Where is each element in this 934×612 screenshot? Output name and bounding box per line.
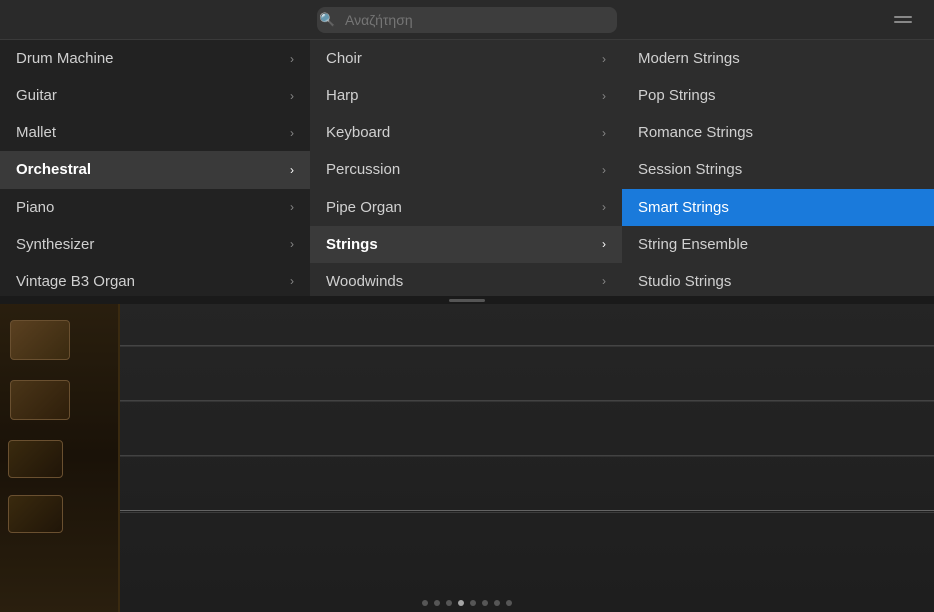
col1-item-guitar[interactable]: Guitar ›	[0, 77, 310, 114]
instrument-area	[0, 300, 934, 612]
col1-item-label: Guitar	[16, 87, 57, 104]
col2-item-label: Pipe Organ	[326, 199, 402, 216]
col2-item-woodwinds[interactable]: Woodwinds ›	[310, 263, 622, 300]
search-input[interactable]	[317, 7, 617, 33]
tuning-peg	[10, 320, 70, 360]
search-bar: 🔍	[0, 0, 934, 40]
col1-item-label: Synthesizer	[16, 236, 94, 253]
chevron-icon: ›	[602, 237, 606, 251]
col3-item-label: Session Strings	[638, 161, 742, 178]
chevron-icon: ›	[290, 126, 294, 140]
chevron-icon: ›	[290, 237, 294, 251]
col2-item-label: Keyboard	[326, 124, 390, 141]
scroll-dot	[506, 600, 512, 606]
scroll-dot	[482, 600, 488, 606]
col3: Modern Strings Pop Strings Romance Strings…	[622, 40, 934, 300]
chevron-icon: ›	[602, 126, 606, 140]
col3-item-label: Smart Strings	[638, 199, 729, 216]
scroll-indicator	[0, 600, 934, 606]
col1-item-drum-machine[interactable]: Drum Machine ›	[0, 40, 310, 77]
col2: Choir›Harp›Keyboard›Percussion›Pipe Orga…	[310, 40, 622, 300]
col2-item-label: Woodwinds	[326, 273, 403, 290]
col1-item-mallet[interactable]: Mallet ›	[0, 114, 310, 151]
tuning-peg	[10, 380, 70, 420]
col3-item-label: String Ensemble	[638, 236, 748, 253]
col2-item-label: Strings	[326, 236, 378, 253]
col2-item-choir[interactable]: Choir ›	[310, 40, 622, 77]
col1-item-vintage-b3-organ[interactable]: Vintage B3 Organ ›	[0, 263, 310, 300]
scroll-dot	[434, 600, 440, 606]
col3-item-romance-strings[interactable]: Romance Strings	[622, 114, 934, 151]
col2-item-label: Percussion	[326, 161, 400, 178]
string-line	[0, 401, 934, 402]
col3-item-session-strings[interactable]: Session Strings	[622, 151, 934, 188]
chevron-icon: ›	[602, 274, 606, 288]
col1-item-label: Orchestral	[16, 161, 91, 178]
chevron-icon: ›	[290, 274, 294, 288]
col3-item-modern-strings[interactable]: Modern Strings	[622, 40, 934, 77]
col2-item-strings[interactable]: Strings ›	[310, 226, 622, 263]
tuning-peg	[8, 495, 63, 533]
scroll-dot-active	[458, 600, 464, 606]
col3-item-label: Pop Strings	[638, 87, 716, 104]
col2-item-keyboard[interactable]: Keyboard ›	[310, 114, 622, 151]
menu-overlay: Drum Machine›Guitar›Mallet›Orchestral›Pi…	[0, 40, 934, 300]
col2-item-pipe-organ[interactable]: Pipe Organ ›	[310, 189, 622, 226]
menu-button[interactable]	[888, 10, 918, 29]
chevron-icon: ›	[290, 163, 294, 177]
scroll-dot	[422, 600, 428, 606]
scroll-dot	[470, 600, 476, 606]
string-line	[0, 510, 934, 511]
string-line	[0, 346, 934, 347]
col3-item-label: Romance Strings	[638, 124, 753, 141]
string-line	[0, 512, 934, 513]
col1: Drum Machine›Guitar›Mallet›Orchestral›Pi…	[0, 40, 310, 300]
col2-item-harp[interactable]: Harp ›	[310, 77, 622, 114]
col2-item-label: Harp	[326, 87, 359, 104]
chevron-icon: ›	[290, 89, 294, 103]
col3-item-string-ensemble[interactable]: String Ensemble	[622, 226, 934, 263]
col1-item-label: Mallet	[16, 124, 56, 141]
chevron-icon: ›	[602, 52, 606, 66]
col3-item-label: Studio Strings	[638, 273, 731, 290]
chevron-icon: ›	[290, 52, 294, 66]
col1-item-orchestral[interactable]: Orchestral ›	[0, 151, 310, 188]
col1-item-label: Vintage B3 Organ	[16, 273, 135, 290]
col3-item-smart-strings[interactable]: Smart Strings	[622, 189, 934, 226]
scroll-dot	[494, 600, 500, 606]
col1-item-label: Piano	[16, 199, 54, 216]
col3-item-pop-strings[interactable]: Pop Strings	[622, 77, 934, 114]
chevron-icon: ›	[602, 200, 606, 214]
col1-item-synthesizer[interactable]: Synthesizer ›	[0, 226, 310, 263]
chevron-icon: ›	[290, 200, 294, 214]
col3-item-label: Modern Strings	[638, 50, 740, 67]
col2-item-label: Choir	[326, 50, 362, 67]
chevron-icon: ›	[602, 89, 606, 103]
tuning-peg	[8, 440, 63, 478]
col3-item-studio-strings[interactable]: Studio Strings	[622, 263, 934, 300]
col1-item-piano[interactable]: Piano ›	[0, 189, 310, 226]
instrument-body	[0, 300, 120, 612]
col2-item-percussion[interactable]: Percussion ›	[310, 151, 622, 188]
drag-handle[interactable]	[0, 296, 934, 304]
chevron-icon: ›	[602, 163, 606, 177]
string-line	[0, 456, 934, 457]
scroll-dot	[446, 600, 452, 606]
col1-item-label: Drum Machine	[16, 50, 114, 67]
